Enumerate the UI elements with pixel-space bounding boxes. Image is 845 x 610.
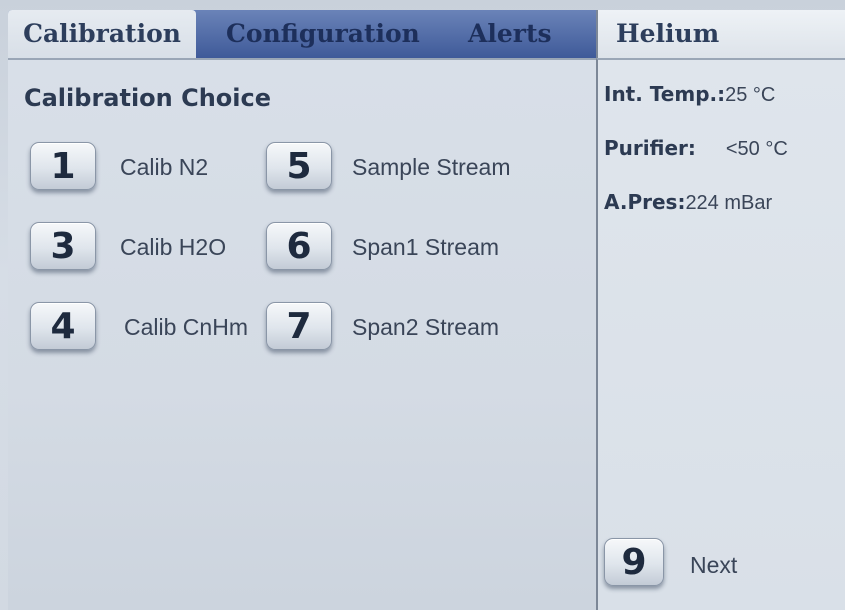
tab-alerts[interactable]: Alerts: [468, 10, 552, 58]
option-label: Span2 Stream: [352, 314, 500, 340]
option-label: Calib CnHm: [124, 314, 248, 340]
key-1-button[interactable]: 1: [30, 142, 96, 190]
key-4-button[interactable]: 4: [30, 302, 96, 350]
option-label: Calib H2O: [120, 234, 227, 260]
int-temp-label: Int. Temp.:: [604, 82, 726, 106]
option-label: Calib N2: [120, 154, 209, 180]
key-9-button[interactable]: 9: [604, 538, 664, 586]
purifier-label: Purifier:: [604, 136, 696, 160]
a-pres-value: 224 mBar: [685, 192, 773, 214]
int-temp-readout: Int. Temp.:25 °C: [604, 82, 775, 107]
gas-name: Helium: [616, 19, 720, 48]
gas-header: Helium: [596, 10, 845, 58]
screen: Calibration Configuration Alerts Helium …: [0, 0, 845, 610]
option-label: Sample Stream: [352, 154, 511, 180]
purifier-readout: Purifier: <50 °C: [604, 136, 788, 161]
key-6-button[interactable]: 6: [266, 222, 332, 270]
tab-configuration[interactable]: Configuration: [226, 10, 420, 58]
tab-calibration[interactable]: Calibration: [8, 10, 196, 58]
calibration-panel: Calibration Choice 1 Calib N2 3 Calib H2…: [8, 58, 596, 610]
key-5-button[interactable]: 5: [266, 142, 332, 190]
int-temp-value: 25 °C: [725, 84, 776, 106]
status-panel: Int. Temp.:25 °C Purifier: <50 °C A.Pres:…: [596, 58, 845, 610]
tab-bar: Calibration Configuration Alerts: [8, 10, 596, 58]
a-pres-label: A.Pres:: [604, 190, 686, 214]
panel-title: Calibration Choice: [24, 84, 272, 112]
option-label: Span1 Stream: [352, 234, 500, 260]
next-label: Next: [690, 552, 738, 578]
key-7-button[interactable]: 7: [266, 302, 332, 350]
a-pres-readout: A.Pres:224 mBar: [604, 190, 772, 215]
key-3-button[interactable]: 3: [30, 222, 96, 270]
purifier-value: <50 °C: [725, 138, 788, 160]
